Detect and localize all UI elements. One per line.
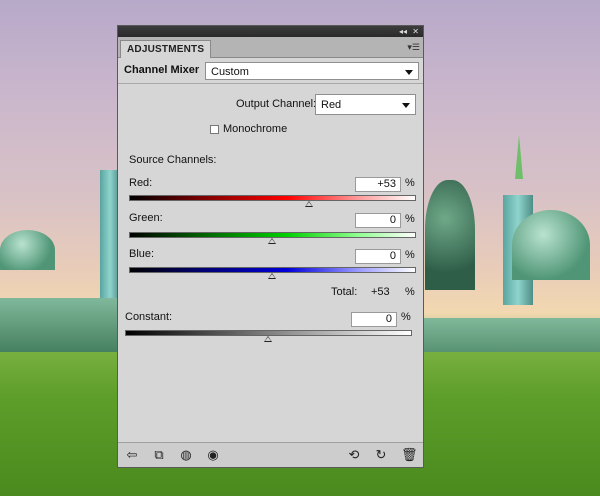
green-slider-thumb[interactable] <box>268 238 276 244</box>
eye-icon[interactable]: ◉ <box>205 447 221 462</box>
view-previous-state-icon[interactable]: ⟲ <box>346 447 362 462</box>
panel-footer: ⇦ ⧉ ◍ ◉ ⟲ ↻ 🗑 <box>118 442 423 467</box>
blue-slider-thumb[interactable] <box>268 273 276 279</box>
reset-icon[interactable]: ↻ <box>373 447 389 462</box>
chevron-down-icon <box>405 70 413 75</box>
panel-titlebar[interactable]: ◂◂ ✕ <box>118 26 423 37</box>
close-icon[interactable]: ✕ <box>412 26 419 37</box>
tab-adjustments[interactable]: ADJUSTMENTS <box>120 40 212 58</box>
green-percent: % <box>405 213 415 225</box>
monochrome-checkbox[interactable] <box>210 125 219 134</box>
constant-label: Constant: <box>125 311 173 323</box>
bg-spire <box>515 135 523 179</box>
constant-slider-thumb[interactable] <box>264 336 272 342</box>
green-value-input[interactable]: 0 <box>355 213 401 228</box>
preset-row: Channel Mixer Custom <box>118 59 423 84</box>
red-slider-track[interactable] <box>129 195 416 201</box>
total-label: Total: <box>331 286 358 298</box>
blue-percent: % <box>405 249 415 261</box>
constant-percent: % <box>401 311 411 323</box>
red-value-input[interactable]: +53 <box>355 177 401 192</box>
bg-dome-left <box>0 230 55 270</box>
red-percent: % <box>405 177 415 189</box>
red-channel-label: Red: <box>129 177 153 189</box>
red-slider-thumb[interactable] <box>305 201 313 207</box>
green-channel-label: Green: <box>129 212 163 224</box>
preset-dropdown[interactable]: Custom <box>205 62 419 80</box>
bg-dome-center <box>425 180 475 290</box>
collapse-icon[interactable]: ◂◂ <box>399 26 407 37</box>
output-channel-value: Red <box>321 99 342 111</box>
output-channel-label: Output Channel: <box>236 98 317 110</box>
blue-channel-label: Blue: <box>129 248 155 260</box>
bg-dome-right <box>512 210 590 280</box>
trash-icon[interactable]: 🗑 <box>401 447 418 462</box>
monochrome-label: Monochrome <box>223 123 288 135</box>
visibility-toggle-icon[interactable]: ◍ <box>178 447 194 462</box>
back-arrow-icon[interactable]: ⇦ <box>124 447 140 462</box>
adjustment-title: Channel Mixer <box>124 64 200 76</box>
output-channel-dropdown[interactable]: Red <box>315 94 416 115</box>
source-channels-label: Source Channels: <box>129 154 217 166</box>
chevron-down-icon <box>402 103 410 108</box>
blue-value-input[interactable]: 0 <box>355 249 401 264</box>
bg-wall-left <box>0 298 118 358</box>
preset-value: Custom <box>211 66 249 78</box>
total-percent: % <box>405 286 415 298</box>
total-value: +53 <box>371 286 390 298</box>
clip-to-layer-icon[interactable]: ⧉ <box>151 447 167 462</box>
panel-tabbar: ADJUSTMENTS ▾☰ <box>118 37 423 58</box>
adjustments-panel: ◂◂ ✕ ADJUSTMENTS ▾☰ Channel Mixer Custom… <box>117 25 424 468</box>
constant-value-input[interactable]: 0 <box>351 312 397 327</box>
panel-menu-icon[interactable]: ▾☰ <box>407 42 420 53</box>
